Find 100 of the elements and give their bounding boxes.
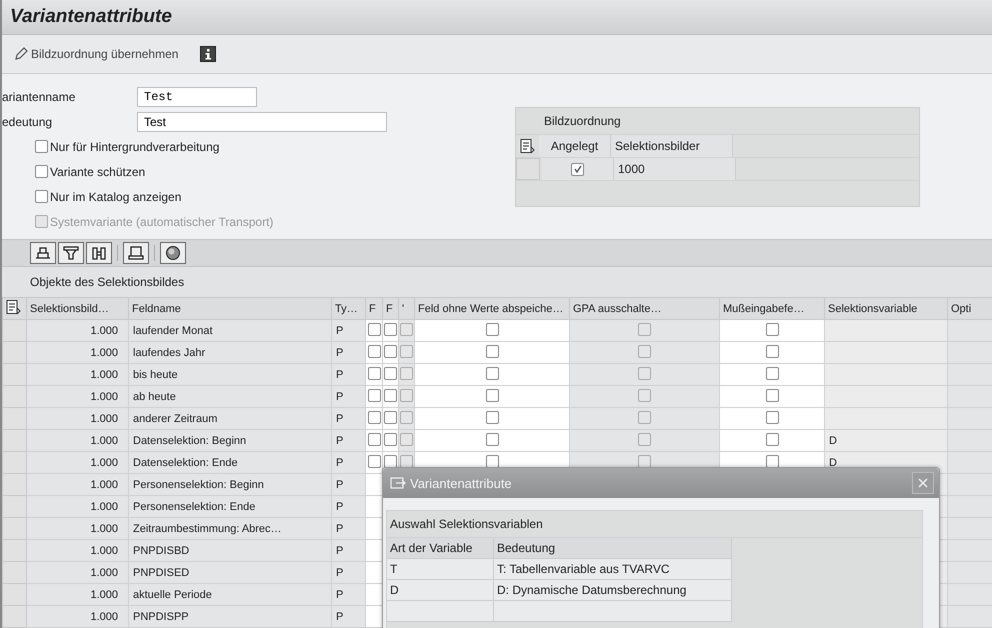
filter-button[interactable] bbox=[58, 242, 84, 264]
checkbox[interactable] bbox=[486, 388, 498, 402]
column-header[interactable]: Mußeingabefe… bbox=[720, 298, 824, 320]
checkbox[interactable] bbox=[368, 454, 380, 468]
checkbox[interactable] bbox=[368, 388, 380, 402]
table-cell: PNPDISPP bbox=[133, 610, 189, 622]
table-cell: 1000 bbox=[614, 158, 736, 180]
window-title: Variantenattribute bbox=[10, 6, 172, 28]
column-header[interactable]: F bbox=[382, 298, 398, 320]
pencil-icon bbox=[14, 47, 28, 61]
checkbox[interactable] bbox=[766, 388, 778, 402]
table-cell: Personenselektion: Ende bbox=[133, 500, 256, 512]
info-icon[interactable] bbox=[200, 46, 216, 62]
checkbox[interactable] bbox=[368, 344, 380, 358]
checkbox[interactable] bbox=[766, 410, 778, 424]
table-cell[interactable]: T: Tabellenvariable aus TVARVC bbox=[494, 559, 732, 580]
checkbox[interactable] bbox=[486, 344, 498, 358]
text-field[interactable]: Test bbox=[137, 86, 257, 106]
table-cell: P bbox=[336, 368, 344, 380]
table-cell: P bbox=[336, 390, 344, 402]
column-header[interactable]: Ty… bbox=[332, 298, 366, 320]
apply-assignment-button[interactable]: Bildzuordnung übernehmen bbox=[12, 45, 180, 63]
checkbox[interactable] bbox=[486, 454, 498, 468]
tray-button[interactable] bbox=[30, 242, 56, 264]
checkbox-option[interactable]: Variante schützen bbox=[35, 159, 146, 184]
checkbox[interactable] bbox=[384, 454, 397, 468]
table-cell: Personenselektion: Beginn bbox=[133, 478, 264, 490]
table-cell: P bbox=[336, 456, 344, 468]
table-cell: PNPDISBD bbox=[133, 544, 190, 556]
column-header[interactable]: F bbox=[366, 298, 382, 320]
table-cell: P bbox=[336, 434, 344, 446]
checkbox[interactable] bbox=[384, 322, 397, 336]
page-button[interactable] bbox=[123, 242, 149, 264]
checkbox[interactable] bbox=[766, 366, 778, 380]
table-cell: 1.000 bbox=[90, 412, 118, 424]
table-cell: D bbox=[829, 434, 837, 446]
column-header[interactable]: Feld ohne Werte abspeiche… bbox=[414, 298, 570, 320]
checkbox[interactable] bbox=[766, 322, 778, 336]
globe-button[interactable] bbox=[160, 242, 186, 264]
table-cell: bis heute bbox=[133, 368, 178, 380]
table-cell: P bbox=[336, 412, 344, 424]
checkbox-option[interactable]: Nur im Katalog anzeigen bbox=[35, 184, 182, 209]
table-cell: 1.000 bbox=[90, 346, 118, 358]
table-cell: 1.000 bbox=[90, 368, 118, 380]
table-cell: 1.000 bbox=[90, 478, 118, 490]
panel-title: Auswahl Selektionsvariablen bbox=[390, 517, 543, 531]
table-cell: ab heute bbox=[133, 390, 176, 402]
checkbox[interactable] bbox=[384, 432, 397, 446]
checkbox[interactable] bbox=[766, 344, 778, 358]
binoculars-icon bbox=[91, 245, 107, 261]
checkbox[interactable] bbox=[766, 454, 778, 468]
table-cell: P bbox=[336, 588, 344, 600]
text-field[interactable]: Test bbox=[137, 112, 387, 132]
table-cell: P bbox=[336, 610, 344, 622]
table-cell: P bbox=[336, 566, 344, 578]
table-cell[interactable]: D: Dynamische Datumsberechnung bbox=[494, 580, 732, 601]
table-cell: 1.000 bbox=[90, 588, 118, 600]
panel-title: Bildzuordnung bbox=[544, 114, 621, 128]
column-header[interactable]: Art der Variable bbox=[387, 538, 494, 559]
checkbox[interactable] bbox=[384, 366, 397, 380]
globe-icon bbox=[165, 245, 181, 261]
filter-icon bbox=[63, 245, 79, 261]
checkbox[interactable] bbox=[368, 432, 380, 446]
close-button[interactable] bbox=[912, 472, 934, 494]
table-cell: 1.000 bbox=[90, 324, 118, 336]
dialog-title: Variantenattribute bbox=[410, 476, 513, 490]
table-cell: 1.000 bbox=[90, 544, 118, 556]
checkbox[interactable] bbox=[486, 322, 498, 336]
table-cell[interactable]: D bbox=[387, 580, 494, 601]
table-cell: 1.000 bbox=[90, 390, 118, 402]
checkbox[interactable] bbox=[384, 344, 397, 358]
close-icon bbox=[918, 478, 928, 488]
column-header[interactable]: Bedeutung bbox=[494, 538, 732, 559]
checkbox[interactable] bbox=[368, 322, 380, 336]
field-label: edeutung bbox=[2, 114, 54, 128]
binoculars-button[interactable] bbox=[86, 242, 112, 264]
table-cell: laufendes Jahr bbox=[133, 346, 206, 358]
column-header[interactable]: Selektionsbild… bbox=[26, 298, 128, 320]
checkbox[interactable] bbox=[384, 410, 397, 424]
table-cell: P bbox=[336, 478, 344, 490]
column-header[interactable]: Selektionsbilder bbox=[611, 135, 733, 157]
table-cell: PNPDISED bbox=[133, 566, 190, 578]
column-header[interactable]: Opti bbox=[948, 298, 992, 320]
column-header[interactable]: Selektionsvariable bbox=[824, 298, 948, 320]
checkbox[interactable] bbox=[486, 366, 498, 380]
table-cell: P bbox=[336, 500, 344, 512]
column-header[interactable]: Angelegt bbox=[539, 135, 611, 157]
layout-icon[interactable] bbox=[519, 138, 535, 154]
checkbox-option[interactable]: Nur für Hintergrundverarbeitung bbox=[35, 134, 220, 159]
checkbox[interactable] bbox=[368, 410, 380, 424]
checkbox[interactable] bbox=[368, 366, 380, 380]
table-cell[interactable]: T bbox=[387, 559, 494, 580]
layout-icon[interactable] bbox=[5, 299, 21, 315]
checkbox[interactable] bbox=[766, 432, 778, 446]
checkbox[interactable] bbox=[384, 388, 397, 402]
column-header[interactable]: Feldname bbox=[128, 298, 332, 320]
table-cell: anderer Zeitraum bbox=[133, 412, 218, 424]
checkbox[interactable] bbox=[486, 432, 498, 446]
checkbox[interactable] bbox=[486, 410, 498, 424]
checkbox[interactable] bbox=[571, 162, 584, 176]
